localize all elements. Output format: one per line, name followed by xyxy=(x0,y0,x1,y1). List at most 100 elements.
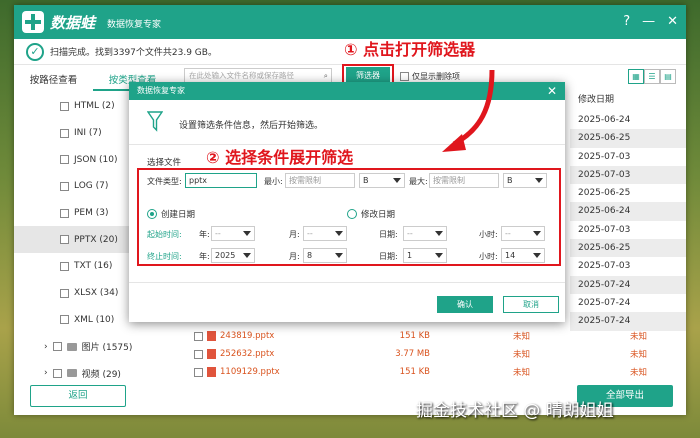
search-icon[interactable]: ⌕ xyxy=(324,69,328,83)
checkbox[interactable] xyxy=(194,349,203,359)
start-year-select[interactable]: -- xyxy=(211,226,255,241)
checkbox[interactable] xyxy=(60,101,69,111)
date-cell: 2025-07-03 xyxy=(578,261,631,272)
file-size: 151 KB xyxy=(399,331,430,341)
year-label: 年: xyxy=(199,252,210,261)
file-size: 151 KB xyxy=(399,367,430,377)
chevron-right-icon[interactable]: › xyxy=(44,368,48,378)
detail-view-icon[interactable]: ▤ xyxy=(660,69,676,84)
checkbox[interactable] xyxy=(60,208,69,218)
start-time-label: 起始时间: xyxy=(147,230,182,239)
radio-modified-label: 修改日期 xyxy=(361,210,396,220)
checkbox[interactable] xyxy=(60,128,69,138)
radio-created-date[interactable]: 创建日期 xyxy=(147,208,195,220)
file-type-input[interactable]: pptx xyxy=(185,173,257,188)
sidebar-item-label: LOG (7) xyxy=(74,181,109,192)
table-row[interactable]: 252632.pptx 3.77 MB 未知 未知 xyxy=(174,345,686,363)
sidebar-item-images[interactable]: › 图片 (1575) xyxy=(14,333,172,360)
sidebar-item-label: JSON (10) xyxy=(74,154,118,165)
end-year-value: 2025 xyxy=(215,251,236,260)
hour-label: 小时: xyxy=(479,252,498,261)
file-list: 243819.pptx 151 KB 未知 未知 252632.pptx 3.77 MB… xyxy=(174,327,686,381)
end-hour-select[interactable]: 14 xyxy=(501,248,545,263)
annotation-step2: ② 选择条件展开筛选 xyxy=(206,148,354,167)
checkbox[interactable] xyxy=(60,235,69,245)
file-modified: 未知 xyxy=(630,332,648,342)
max-unit-select[interactable]: B xyxy=(503,173,547,188)
checkbox[interactable] xyxy=(400,72,409,81)
search-placeholder: 在此处输入文件名称或保存路径 xyxy=(189,71,294,80)
title-bar: 数据蛙 数据恢复专家 ? — ✕ xyxy=(14,5,686,39)
help-icon[interactable]: ? xyxy=(623,14,630,29)
max-size-label: 最大: xyxy=(409,177,428,186)
table-row[interactable]: 243819.pptx 151 KB 未知 未知 xyxy=(174,327,686,345)
checkbox[interactable] xyxy=(194,367,203,377)
start-hour-select[interactable]: -- xyxy=(501,226,545,241)
check-icon: ✓ xyxy=(26,42,44,61)
chevron-down-icon xyxy=(435,253,443,258)
checkbox[interactable] xyxy=(60,261,69,271)
end-year-select[interactable]: 2025 xyxy=(211,248,255,263)
close-icon[interactable]: ✕ xyxy=(667,14,678,29)
annotation-arrow-icon xyxy=(442,69,495,152)
month-label: 月: xyxy=(289,230,300,239)
list-view-icon[interactable]: ☰ xyxy=(644,69,660,84)
date-cell: 2025-07-24 xyxy=(578,297,631,308)
month-label: 月: xyxy=(289,252,300,261)
date-cell: 2025-06-24 xyxy=(578,115,631,125)
back-button[interactable]: 返回 xyxy=(30,385,126,407)
confirm-button[interactable]: 确认 xyxy=(437,296,493,313)
app-subtitle: 数据恢复专家 xyxy=(107,20,162,30)
checkbox[interactable] xyxy=(60,181,69,191)
day-label: 日期: xyxy=(379,230,398,239)
pptx-file-icon xyxy=(207,367,216,377)
column-header-modified[interactable]: 修改日期 xyxy=(570,89,686,111)
radio-modified-date[interactable]: 修改日期 xyxy=(347,208,395,220)
table-row[interactable]: 1109129.pptx 151 KB 未知 未知 xyxy=(174,363,686,381)
grid-view-icon[interactable]: ▦ xyxy=(628,69,644,84)
file-size: 3.77 MB xyxy=(395,349,430,359)
min-size-input[interactable]: 按需限制 xyxy=(285,173,355,188)
dialog-info: 设置筛选条件信息，然后开始筛选。 xyxy=(179,121,324,131)
chevron-right-icon[interactable]: › xyxy=(44,342,48,352)
logo-cross-icon xyxy=(22,11,44,33)
checkbox[interactable] xyxy=(52,342,62,352)
tab-by-path[interactable]: 按路径查看 xyxy=(14,71,93,91)
watermark: 掘金技术社区 @ 晴朗姐姐 xyxy=(416,401,614,421)
max-size-input[interactable]: 按需限制 xyxy=(429,173,499,188)
radio-dot[interactable] xyxy=(147,209,157,219)
checkbox[interactable] xyxy=(60,315,69,325)
end-time-label: 终止时间: xyxy=(147,252,182,261)
checkbox[interactable] xyxy=(194,331,203,341)
radio-created-label: 创建日期 xyxy=(161,210,196,220)
minimize-icon[interactable]: — xyxy=(642,14,655,29)
section-label: 选择文件 xyxy=(147,158,182,168)
start-month-select[interactable]: -- xyxy=(303,226,347,241)
end-day-select[interactable]: 1 xyxy=(403,248,447,263)
checkbox[interactable] xyxy=(60,288,69,298)
file-modified: 未知 xyxy=(630,368,648,378)
year-label: 年: xyxy=(199,230,210,239)
logo: 数据蛙 数据恢复专家 xyxy=(22,11,161,33)
sidebar-item-label: XML (10) xyxy=(74,314,115,325)
end-month-value: 8 xyxy=(307,251,313,260)
cancel-button[interactable]: 取消 xyxy=(503,296,559,313)
min-unit-select[interactable]: B xyxy=(359,173,405,188)
start-day-select[interactable]: -- xyxy=(403,226,447,241)
sidebar-item-videos[interactable]: › 视频 (29) xyxy=(14,360,172,383)
checkbox[interactable] xyxy=(52,368,62,378)
file-type-label: 文件类型: xyxy=(147,177,182,186)
hour-label: 小时: xyxy=(479,230,498,239)
start-month-value: -- xyxy=(307,229,313,238)
sidebar-item-label: 视频 (29) xyxy=(81,369,121,380)
end-hour-value: 14 xyxy=(505,251,516,260)
checkbox[interactable] xyxy=(60,155,69,165)
folder-icon xyxy=(66,369,77,378)
sidebar-item-label: INI (7) xyxy=(74,128,102,139)
close-icon[interactable]: ✕ xyxy=(547,82,557,100)
annotation-step1: ① 点击打开筛选器 xyxy=(344,40,476,59)
end-month-select[interactable]: 8 xyxy=(303,248,347,263)
date-cell: 2025-06-24 xyxy=(570,202,686,221)
divider xyxy=(129,282,565,283)
radio-dot[interactable] xyxy=(347,209,357,219)
